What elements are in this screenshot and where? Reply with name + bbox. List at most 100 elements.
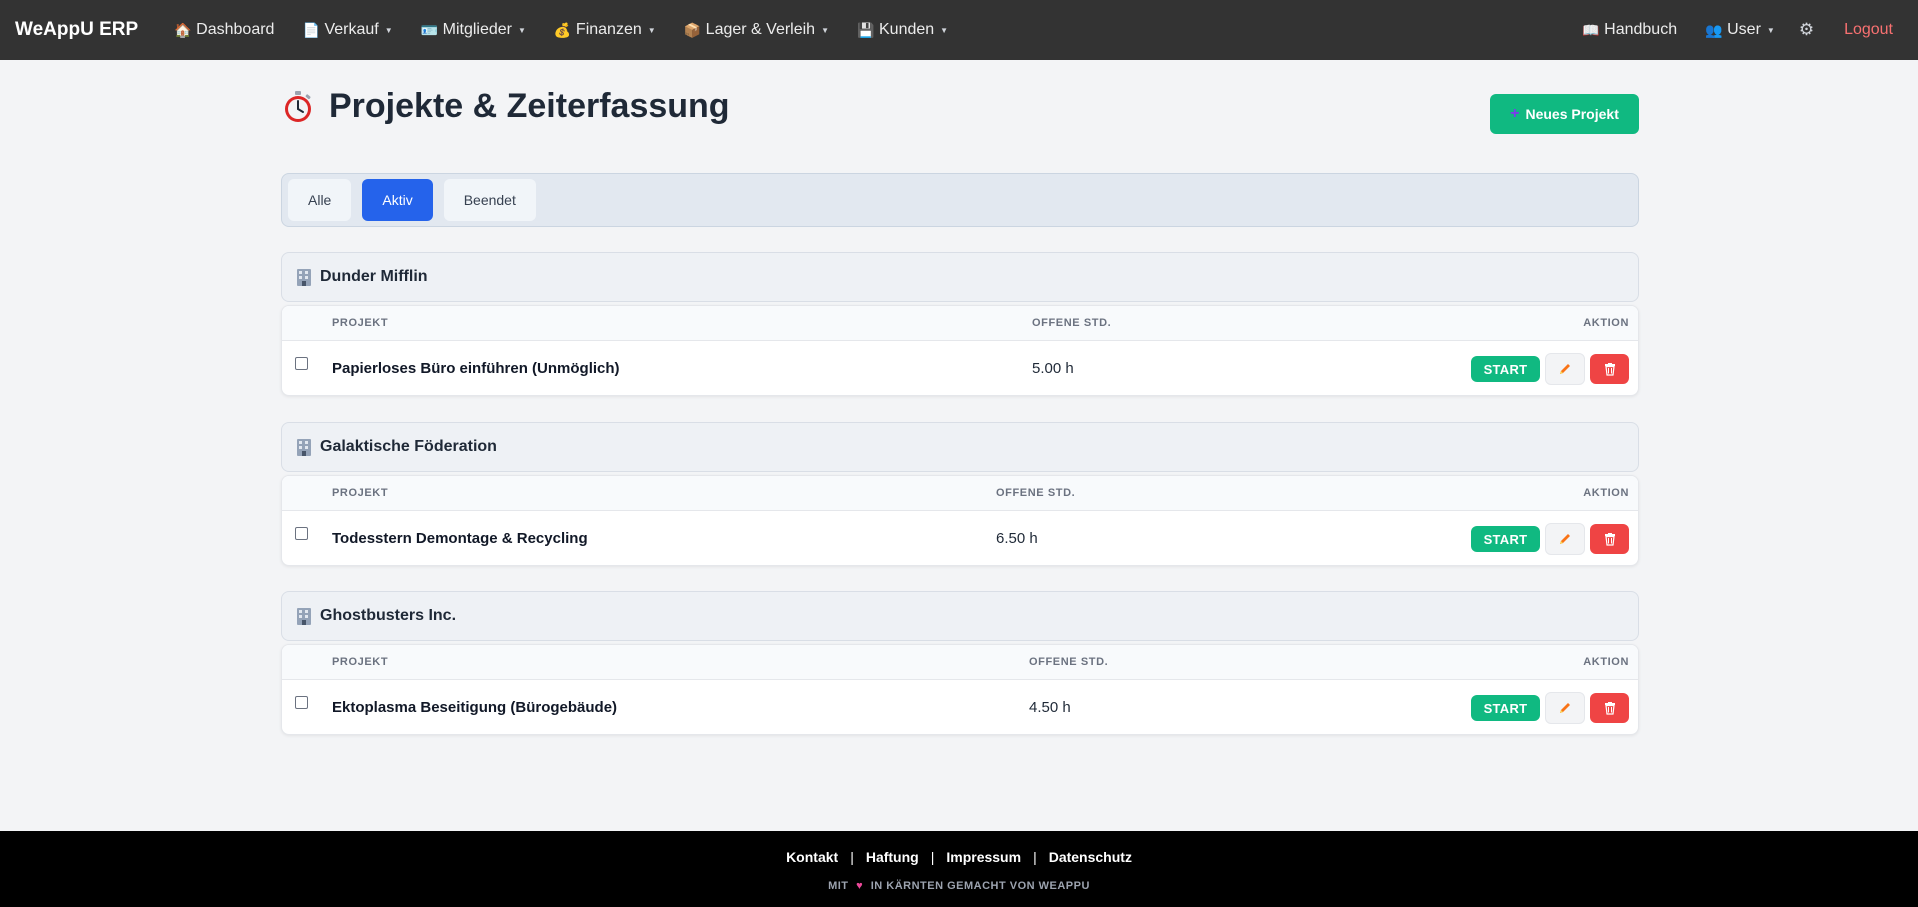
footer-link-haftung[interactable]: Haftung xyxy=(866,849,919,865)
footer-note: MIT ♥ IN KÄRNTEN GEMACHT VON WEAPPU xyxy=(0,880,1918,892)
brand-logo[interactable]: WeAppU ERP xyxy=(15,19,138,41)
nav-lager[interactable]: 📦 Lager & Verleih ▼ xyxy=(670,21,843,39)
page-header: Projekte & Zeiterfassung + Neues Projekt xyxy=(281,60,1639,175)
logout-link[interactable]: Logout xyxy=(1824,21,1903,39)
nav-mitglieder-label: Mitglieder xyxy=(442,21,512,38)
delete-button[interactable] xyxy=(1590,354,1629,384)
footer-separator: | xyxy=(1033,849,1037,865)
page-title-text: Projekte & Zeiterfassung xyxy=(329,87,730,125)
gear-icon[interactable]: ⚙ xyxy=(1789,20,1824,40)
filter-alle[interactable]: Alle xyxy=(288,179,352,221)
client-group: Galaktische Föderation PROJEKT OFFENE ST… xyxy=(281,422,1639,566)
floppy-disk-icon: 💾 xyxy=(857,21,875,38)
nav-user[interactable]: 👥 User ▼ xyxy=(1691,21,1789,39)
client-header: Ghostbusters Inc. xyxy=(281,591,1639,641)
table-header: PROJEKT OFFENE STD. AKTION xyxy=(282,645,1638,680)
start-timer-button[interactable]: START xyxy=(1471,356,1540,382)
client-name: Galaktische Föderation xyxy=(320,438,497,455)
client-header: Dunder Mifflin xyxy=(281,252,1639,302)
nav-mitglieder[interactable]: 🪪 Mitglieder ▼ xyxy=(407,21,540,39)
id-card-icon: 🪪 xyxy=(420,21,439,38)
table-header: PROJEKT OFFENE STD. AKTION xyxy=(282,476,1638,511)
row-checkbox[interactable] xyxy=(295,696,308,709)
main-nav: 🏠 Dashboard 📄 Verkauf ▼ 🪪 Mitglieder ▼ 💰… xyxy=(160,21,962,39)
open-hours: 6.50 h xyxy=(996,530,1038,547)
column-header-action: AKTION xyxy=(1583,656,1629,668)
new-project-label: Neues Projekt xyxy=(1525,106,1619,122)
stopwatch-icon xyxy=(285,90,311,122)
edit-button[interactable] xyxy=(1545,353,1585,385)
plus-icon: + xyxy=(1510,105,1520,122)
nav-verkauf[interactable]: 📄 Verkauf ▼ xyxy=(288,21,406,39)
delete-button[interactable] xyxy=(1590,693,1629,723)
table-row: Ektoplasma Beseitigung (Bürogebäude) 4.5… xyxy=(282,680,1638,734)
column-header-project: PROJEKT xyxy=(332,317,389,329)
caret-down-icon: ▼ xyxy=(821,25,829,35)
open-hours: 4.50 h xyxy=(1029,699,1071,716)
footer-note-prefix: MIT xyxy=(828,880,849,892)
nav-verkauf-label: Verkauf xyxy=(324,21,379,38)
client-group: Dunder Mifflin PROJEKT OFFENE STD. AKTIO… xyxy=(281,252,1639,396)
nav-lager-label: Lager & Verleih xyxy=(705,21,816,38)
nav-right: 📖 Handbuch 👥 User ▼ ⚙ Logout xyxy=(1568,20,1903,40)
main-content: Projekte & Zeiterfassung + Neues Projekt… xyxy=(281,60,1639,735)
project-table: PROJEKT OFFENE STD. AKTION Todesstern De… xyxy=(281,475,1639,566)
column-header-action: AKTION xyxy=(1583,317,1629,329)
footer-link-datenschutz[interactable]: Datenschutz xyxy=(1049,849,1132,865)
footer-link-kontakt[interactable]: Kontakt xyxy=(786,849,838,865)
filter-beendet[interactable]: Beendet xyxy=(443,179,536,221)
open-hours: 5.00 h xyxy=(1032,360,1074,377)
filter-aktiv[interactable]: Aktiv xyxy=(362,179,433,221)
edit-button[interactable] xyxy=(1545,523,1585,555)
row-actions: START xyxy=(1471,353,1629,385)
top-navbar: WeAppU ERP 🏠 Dashboard 📄 Verkauf ▼ 🪪 Mit… xyxy=(0,0,1918,60)
money-bag-icon: 💰 xyxy=(553,21,572,38)
pencil-icon xyxy=(1560,364,1570,374)
delete-button[interactable] xyxy=(1590,524,1629,554)
project-table: PROJEKT OFFENE STD. AKTION Papierloses B… xyxy=(281,305,1639,396)
document-icon: 📄 xyxy=(302,21,320,38)
nav-dashboard-label: Dashboard xyxy=(196,21,275,38)
new-project-button[interactable]: + Neues Projekt xyxy=(1490,94,1639,134)
office-building-icon xyxy=(297,439,311,456)
start-timer-button[interactable]: START xyxy=(1471,695,1540,721)
project-name[interactable]: Todesstern Demontage & Recycling xyxy=(332,530,588,547)
column-header-action: AKTION xyxy=(1583,487,1629,499)
start-timer-button[interactable]: START xyxy=(1471,526,1540,552)
edit-button[interactable] xyxy=(1545,692,1585,724)
table-row: Papierloses Büro einführen (Unmöglich) 5… xyxy=(282,341,1638,395)
trash-icon xyxy=(1604,702,1615,715)
client-header: Galaktische Föderation xyxy=(281,422,1639,472)
package-icon: 📦 xyxy=(683,21,702,38)
users-icon: 👥 xyxy=(1705,21,1723,38)
column-header-open-hours: OFFENE STD. xyxy=(1032,317,1112,329)
nav-kunden[interactable]: 💾 Kunden ▼ xyxy=(843,21,962,39)
book-icon: 📖 xyxy=(1582,21,1600,38)
footer-links: Kontakt | Haftung | Impressum | Datensch… xyxy=(0,849,1918,865)
caret-down-icon: ▼ xyxy=(647,25,656,35)
column-header-project: PROJEKT xyxy=(332,656,389,668)
footer-link-impressum[interactable]: Impressum xyxy=(946,849,1021,865)
nav-handbuch[interactable]: 📖 Handbuch xyxy=(1568,21,1691,39)
row-checkbox[interactable] xyxy=(295,357,308,370)
footer: Kontakt | Haftung | Impressum | Datensch… xyxy=(0,831,1918,907)
pencil-icon xyxy=(1560,534,1570,544)
heart-icon: ♥ xyxy=(856,880,864,892)
nav-finanzen[interactable]: 💰 Finanzen ▼ xyxy=(540,21,670,39)
client-name: Ghostbusters Inc. xyxy=(320,607,457,624)
nav-dashboard[interactable]: 🏠 Dashboard xyxy=(160,21,288,39)
nav-user-label: User xyxy=(1727,21,1761,38)
client-name: Dunder Mifflin xyxy=(320,268,428,285)
footer-separator: | xyxy=(850,849,854,865)
row-actions: START xyxy=(1471,523,1629,555)
row-actions: START xyxy=(1471,692,1629,724)
table-row: Todesstern Demontage & Recycling 6.50 h … xyxy=(282,511,1638,565)
office-building-icon xyxy=(297,269,311,286)
project-name[interactable]: Papierloses Büro einführen (Unmöglich) xyxy=(332,360,620,377)
office-building-icon xyxy=(297,608,311,625)
row-checkbox[interactable] xyxy=(295,527,308,540)
pencil-icon xyxy=(1560,703,1570,713)
column-header-open-hours: OFFENE STD. xyxy=(996,487,1076,499)
trash-icon xyxy=(1604,533,1615,546)
project-name[interactable]: Ektoplasma Beseitigung (Bürogebäude) xyxy=(332,699,617,716)
